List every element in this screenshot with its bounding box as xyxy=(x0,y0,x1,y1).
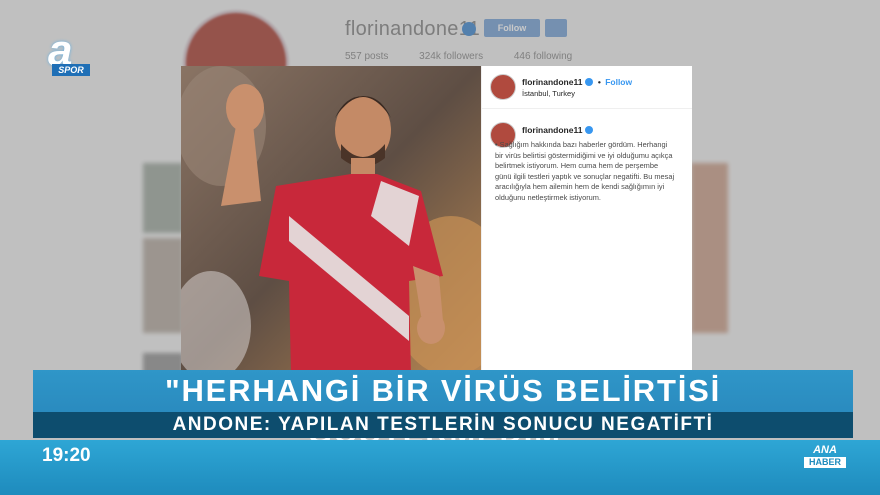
ticker-bar: 19:20 ANA HABER xyxy=(0,440,880,495)
post-modal: florinandone11 • Follow İstanbul, Turkey… xyxy=(181,66,692,377)
player-photo-illustration xyxy=(181,66,481,377)
channel-logo: a SPOR xyxy=(44,26,96,80)
subheadline-text: ANDONE: YAPILAN TESTLERİN SONUCU NEGATİF… xyxy=(172,414,714,435)
post-sidebar: florinandone11 • Follow İstanbul, Turkey… xyxy=(481,66,692,377)
verified-badge-icon xyxy=(585,126,594,134)
post-photo[interactable] xyxy=(181,66,481,377)
avatar[interactable] xyxy=(490,74,516,100)
program-logo-bottom: HABER xyxy=(804,457,846,468)
subheadline-band: ANDONE: YAPILAN TESTLERİN SONUCU NEGATİF… xyxy=(33,412,853,438)
clock: 19:20 xyxy=(42,445,91,466)
logo-sub: SPOR xyxy=(52,64,90,76)
post-caption: • Sağlığım hakkında bazı haberler gördüm… xyxy=(495,140,675,202)
comment-username-link[interactable]: florinandone11 xyxy=(522,125,582,135)
follow-button[interactable]: Follow xyxy=(605,77,632,87)
verified-badge-icon xyxy=(585,78,594,86)
program-logo: ANA HABER xyxy=(804,445,846,468)
post-username: florinandone11 • Follow xyxy=(522,77,632,87)
post-header: florinandone11 • Follow İstanbul, Turkey xyxy=(482,66,692,109)
headline-text: "HERHANGİ BİR VİRÜS BELİRTİSİ GÖSTERMEDİ… xyxy=(164,373,722,450)
post-username-link[interactable]: florinandone11 xyxy=(522,77,582,87)
program-logo-top: ANA xyxy=(813,444,837,456)
comment-username: florinandone11 xyxy=(522,125,594,135)
separator: • xyxy=(597,77,601,87)
post-location[interactable]: İstanbul, Turkey xyxy=(522,89,575,98)
headline-band: "HERHANGİ BİR VİRÜS BELİRTİSİ GÖSTERMEDİ… xyxy=(33,370,853,450)
